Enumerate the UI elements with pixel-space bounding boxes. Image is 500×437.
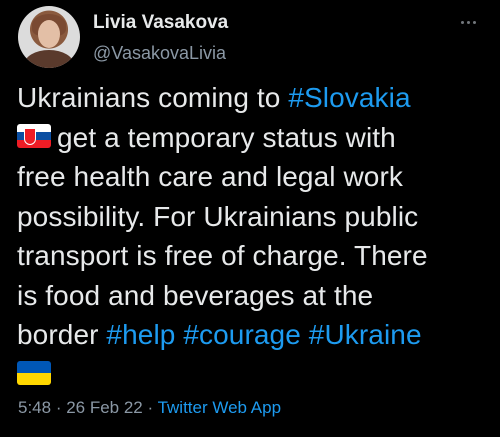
- tweet-line: is food and beverages at the: [17, 279, 374, 311]
- tweet-time[interactable]: 5:48: [18, 398, 51, 417]
- tweet: Livia Vasakova @VasakovaLivia Ukrainians…: [0, 0, 500, 437]
- hashtag-slovakia[interactable]: #Slovakia: [288, 82, 410, 113]
- meta-separator: ·: [51, 398, 67, 417]
- author-name[interactable]: Livia Vasakova: [93, 12, 228, 34]
- tweet-text: Ukrainians coming to #Slovakia get a tem…: [17, 78, 487, 394]
- author-handle[interactable]: @VasakovaLivia: [93, 43, 226, 64]
- tweet-line: border #help #courage #Ukraine: [17, 315, 487, 355]
- tweet-text-segment: border: [17, 319, 107, 350]
- tweet-line: possibility. For Ukrainians public: [17, 200, 419, 232]
- tweet-line: get a temporary status with: [17, 118, 487, 158]
- slovakia-flag-icon: [17, 124, 51, 149]
- avatar[interactable]: [18, 6, 80, 68]
- tweet-text-segment: Ukrainians coming to: [17, 82, 289, 113]
- avatar-shoulders: [24, 50, 74, 68]
- tweet-line: Ukrainians coming to #Slovakia: [17, 78, 487, 118]
- flag-shield: [24, 128, 36, 146]
- tweet-source-app[interactable]: Twitter Web App: [158, 398, 281, 417]
- tweet-meta: 5:48 · 26 Feb 22 · Twitter Web App: [18, 398, 281, 418]
- ukraine-flag-icon: [17, 361, 51, 386]
- meta-separator: ·: [142, 398, 158, 417]
- tweet-date[interactable]: 26 Feb 22: [66, 398, 143, 417]
- avatar-face: [38, 20, 60, 48]
- more-dot: [466, 20, 470, 24]
- tweet-text-segment: get a temporary status with: [57, 121, 396, 153]
- tweet-line: [17, 355, 487, 395]
- more-options-icon[interactable]: [454, 12, 482, 32]
- hashtag-help[interactable]: #help: [106, 319, 175, 350]
- tweet-line: transport is free of charge. There: [17, 240, 428, 271]
- hashtag-courage[interactable]: #courage: [183, 319, 301, 350]
- more-dot: [460, 20, 464, 24]
- more-dot: [472, 20, 476, 24]
- tweet-line: free health care and legal work: [17, 161, 403, 192]
- hashtag-ukraine[interactable]: #Ukraine: [309, 319, 422, 350]
